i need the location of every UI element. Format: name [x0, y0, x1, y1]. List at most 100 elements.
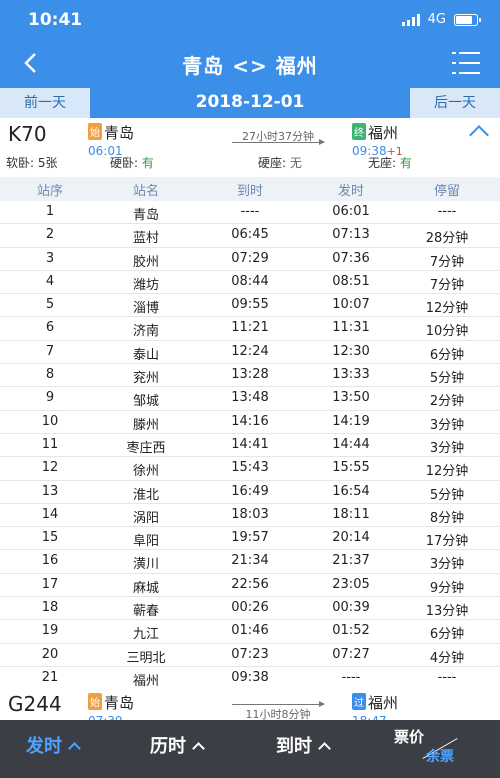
- stop-row[interactable]: 17 麻城 22:56 23:05 9分钟: [0, 574, 500, 598]
- stay-duration: 7分钟: [429, 254, 465, 270]
- seat-value: 有: [399, 156, 412, 170]
- menu-list-icon[interactable]: [452, 52, 480, 74]
- station-name: 福州: [132, 673, 159, 689]
- sort-by-duration-button[interactable]: 历时: [150, 732, 205, 758]
- stop-row[interactable]: 20 三明北 07:23 07:27 4分钟: [0, 644, 500, 667]
- travel-duration: 11小时8分钟: [232, 698, 325, 722]
- stop-row[interactable]: 13 淮北 16:49 16:54 5分钟: [0, 481, 500, 504]
- arrive-time: 09:38: [231, 669, 269, 685]
- stop-row[interactable]: 4 潍坊 08:44 08:51 7分钟: [0, 271, 500, 295]
- depart-time: 15:55: [332, 460, 370, 476]
- stop-row[interactable]: 3 胶州 07:29 07:36 7分钟: [0, 248, 500, 271]
- depart-time: 18:11: [332, 506, 370, 522]
- status-indicators: 4G: [401, 12, 481, 27]
- stop-row[interactable]: 11 枣庄西 14:41 14:44 3分钟: [0, 434, 500, 458]
- stop-row[interactable]: 18 蕲春 00:26 00:39 13分钟: [0, 597, 500, 621]
- arrive-time: ----: [240, 204, 260, 219]
- stop-number: 11: [41, 436, 59, 452]
- stop-row[interactable]: 6 济南 11:21 11:31 10分钟: [0, 317, 500, 341]
- arrive-time: 07:23: [231, 646, 269, 662]
- stay-duration: 5分钟: [429, 487, 465, 503]
- seat-no-seat: 无座: 有: [368, 154, 412, 171]
- arrive-time: 21:34: [231, 553, 269, 569]
- next-day-button[interactable]: 后一天: [410, 88, 500, 118]
- date-bar: 前一天 2018-12-01 后一天: [0, 86, 500, 118]
- depart-time: 20:14: [332, 530, 370, 546]
- stop-number: 16: [41, 553, 59, 569]
- caret-up-icon: [318, 742, 331, 755]
- arrive-time: 14:16: [231, 413, 269, 429]
- stop-row[interactable]: 15 阜阳 19:57 20:14 17分钟: [0, 527, 500, 551]
- network-label: 4G: [427, 12, 446, 27]
- price-label: 票价: [394, 728, 425, 746]
- arrive-time: 19:57: [231, 530, 269, 546]
- stop-row[interactable]: 21 福州 09:38 ---- ----: [0, 667, 500, 691]
- destination-name: 福州: [368, 694, 399, 712]
- stay-duration: 3分钟: [429, 557, 465, 573]
- stop-number: 1: [45, 204, 55, 219]
- signal-icon: [401, 13, 420, 26]
- status-bar: 10:41 4G: [0, 0, 500, 40]
- stop-row[interactable]: 1 青岛 ---- 06:01 ----: [0, 201, 500, 225]
- origin-name: 青岛: [104, 694, 135, 712]
- stay-duration: 2分钟: [429, 394, 465, 410]
- stop-row[interactable]: 14 涡阳 18:03 18:11 8分钟: [0, 504, 500, 528]
- stay-duration: 13分钟: [425, 604, 469, 620]
- arrive-time: 07:29: [231, 250, 269, 266]
- stop-row[interactable]: 19 九江 01:46 01:52 6分钟: [0, 620, 500, 644]
- header-stop-no: 站序: [36, 184, 63, 199]
- stop-number: 21: [41, 669, 59, 685]
- stop-number: 10: [41, 413, 59, 429]
- start-badge: 始: [88, 123, 102, 140]
- stop-row[interactable]: 9 邹城 13:48 13:50 2分钟: [0, 387, 500, 411]
- stop-number: 18: [41, 600, 59, 616]
- stop-row[interactable]: 2 蓝村 06:45 07:13 28分钟: [0, 224, 500, 248]
- sort-by-depart-button[interactable]: 发时: [26, 732, 81, 758]
- arrive-time: 15:43: [231, 460, 269, 476]
- stop-row[interactable]: 16 潢川 21:34 21:37 3分钟: [0, 550, 500, 574]
- station-name: 潍坊: [132, 277, 159, 293]
- train-summary-2[interactable]: G244 始青岛 07:39 11小时8分钟 过福州 18:47: [0, 688, 500, 728]
- seat-label: 硬座:: [258, 156, 290, 170]
- origin-station: 始青岛 06:01: [88, 122, 134, 158]
- stop-number: 5: [45, 297, 55, 313]
- depart-time: 06:01: [332, 204, 370, 219]
- stay-duration: 8分钟: [429, 510, 465, 526]
- stop-row[interactable]: 8 兖州 13:28 13:33 5分钟: [0, 364, 500, 388]
- header-stay: 停留: [433, 184, 460, 199]
- arrive-time: 16:49: [231, 483, 269, 499]
- station-name: 滕州: [132, 417, 159, 433]
- stay-duration: 28分钟: [425, 231, 469, 247]
- depart-time: 10:07: [332, 297, 370, 313]
- price-remaining-toggle[interactable]: 票价 余票: [394, 726, 464, 770]
- depart-time: 07:13: [332, 227, 370, 243]
- page-title: 青岛 <> 福州: [182, 54, 318, 78]
- nav-bar: 青岛 <> 福州: [0, 40, 500, 86]
- stop-number: 8: [45, 367, 55, 383]
- sort-label: 发时: [26, 736, 62, 757]
- stop-row[interactable]: 10 滕州 14:16 14:19 3分钟: [0, 411, 500, 434]
- stop-row[interactable]: 5 淄博 09:55 10:07 12分钟: [0, 294, 500, 318]
- train-summary[interactable]: K70 始青岛 06:01 27小时37分钟 终福州 09:38+1 软卧: 5…: [0, 118, 500, 177]
- arrive-time: 13:48: [231, 390, 269, 406]
- stop-table: 1 青岛 ---- 06:01 ---- 2 蓝村 06:45 07:13 28分钟 3 胶州 07:2…: [0, 201, 500, 691]
- stop-number: 15: [41, 530, 59, 546]
- station-name: 淄博: [132, 301, 159, 317]
- collapse-chevron-up-icon[interactable]: [469, 125, 489, 145]
- stop-number: 7: [45, 343, 55, 359]
- stay-duration: 5分钟: [429, 371, 465, 387]
- sort-by-arrive-button[interactable]: 到时: [276, 732, 331, 758]
- arrive-time: 08:44: [231, 273, 269, 289]
- depart-time: 07:27: [332, 646, 370, 662]
- stop-row[interactable]: 7 泰山 12:24 12:30 6分钟: [0, 341, 500, 365]
- stop-row[interactable]: 12 徐州 15:43 15:55 12分钟: [0, 457, 500, 481]
- sort-label: 历时: [150, 736, 186, 757]
- status-time: 10:41: [28, 10, 83, 30]
- station-name: 涡阳: [132, 510, 159, 526]
- stop-number: 17: [41, 576, 59, 592]
- caret-up-icon: [192, 742, 205, 755]
- seat-label: 无座:: [368, 156, 400, 170]
- stop-table-header: 站序 站名 到时 发时 停留: [0, 177, 500, 201]
- stay-duration: 3分钟: [429, 440, 465, 456]
- stop-number: 19: [41, 623, 59, 639]
